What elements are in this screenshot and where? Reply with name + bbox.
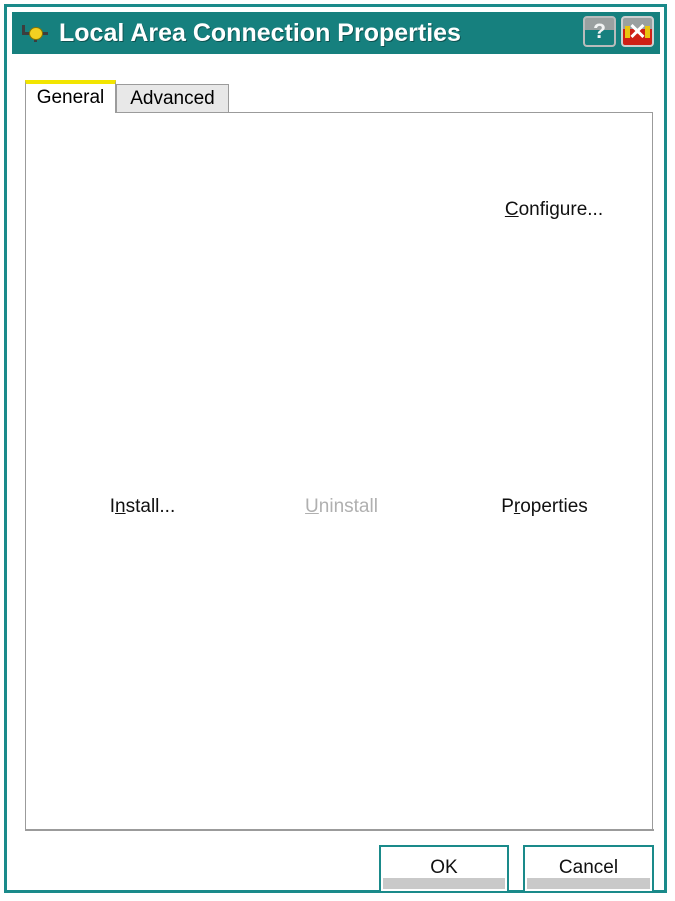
install-button-label: Install... (109, 495, 176, 517)
properties-button-label: Properties (501, 495, 588, 517)
tab-general[interactable]: General (25, 80, 116, 112)
close-button[interactable]: ✕ (621, 16, 654, 47)
cancel-button[interactable]: Cancel (523, 845, 654, 893)
cancel-button-label: Cancel (558, 857, 619, 878)
tab-panel-seam (26, 111, 115, 114)
uninstall-button-label: Uninstall (305, 495, 378, 517)
close-icon: ✕ (628, 18, 647, 44)
help-button[interactable]: ? (583, 16, 616, 47)
configure-button-label: Configure... (504, 199, 604, 220)
ok-button[interactable]: OK (379, 845, 509, 893)
dialog-client-area: Local Area Connection Properties ? ✕ Gen… (7, 7, 664, 893)
tab-strip: General Advanced (25, 80, 645, 112)
title-bar: Local Area Connection Properties ? ✕ (12, 12, 660, 54)
network-connection-icon (20, 20, 50, 46)
properties-dialog-window: Local Area Connection Properties ? ✕ Gen… (4, 4, 667, 893)
window-title: Local Area Connection Properties (59, 18, 461, 47)
ok-button-label: OK (430, 857, 458, 878)
tab-advanced[interactable]: Advanced (116, 84, 229, 112)
title-bar-buttons: ? ✕ (583, 16, 654, 47)
